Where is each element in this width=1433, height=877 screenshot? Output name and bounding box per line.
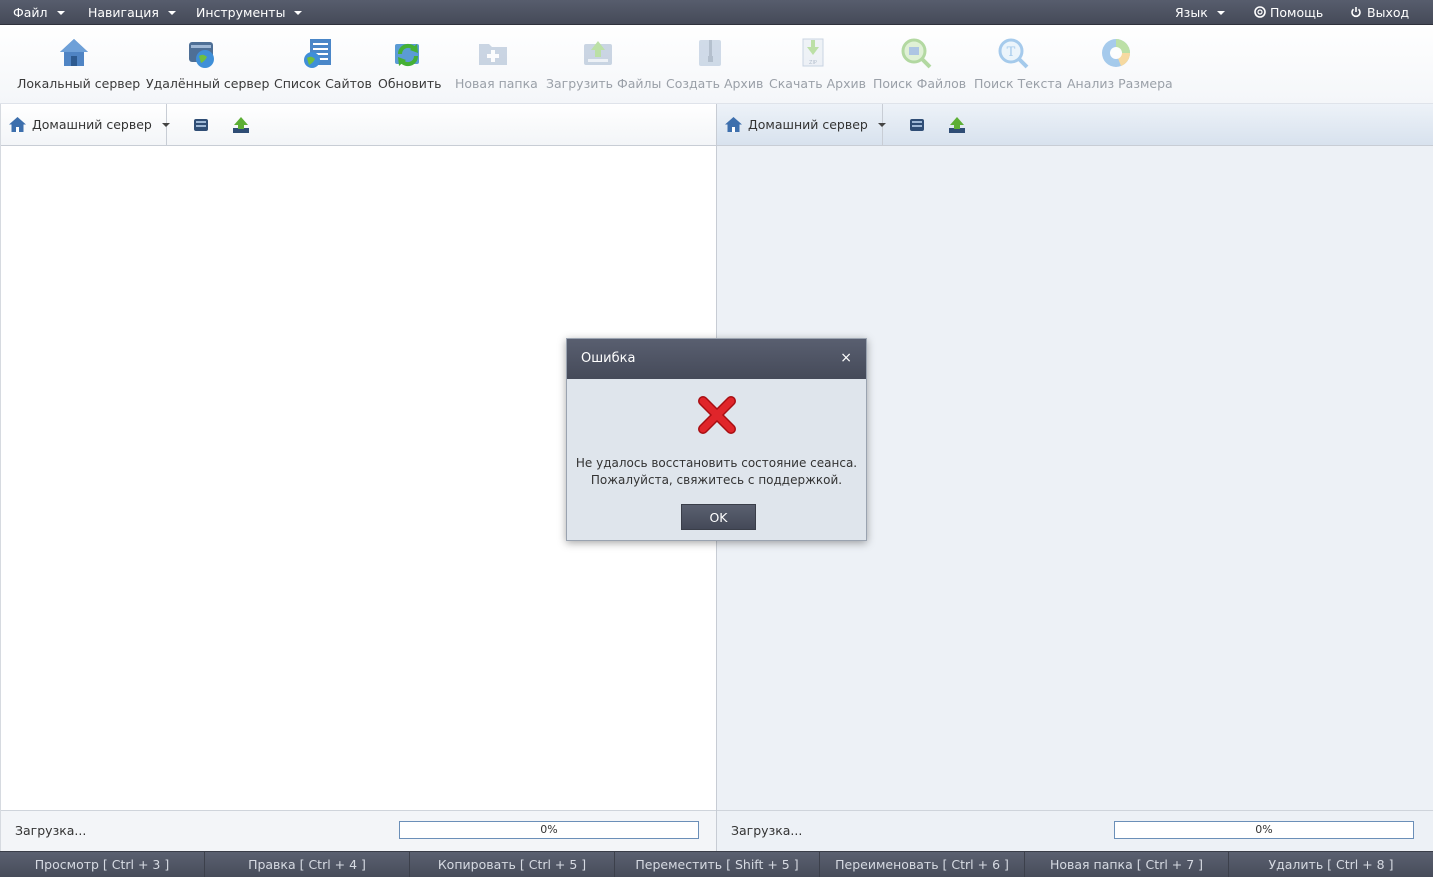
menu-language[interactable]: Язык — [1175, 0, 1225, 25]
text-search-icon: T — [998, 38, 1028, 69]
create-archive-button[interactable]: Создать Архив — [666, 25, 764, 104]
chevron-down-icon — [161, 123, 170, 127]
menu-bar: Файл Навигация Инструменты Язык Помощь В… — [0, 0, 1433, 25]
file-search-button[interactable]: Поиск Файлов — [873, 25, 967, 104]
dialog-message-line2: Пожалуйста, свяжитесь с поддержкой. — [590, 473, 843, 487]
home-icon — [9, 117, 26, 132]
text-search-button[interactable]: T Поиск Текста — [974, 25, 1063, 104]
drive-icon[interactable] — [192, 116, 210, 134]
refresh-icon — [395, 43, 419, 67]
upload-files-label: Загрузить Файлы — [546, 76, 662, 91]
upload-icon[interactable] — [948, 116, 966, 134]
site-list-icon — [304, 39, 331, 68]
menu-language-label: Язык — [1175, 5, 1208, 20]
dialog-message: Не удалось восстановить состояние сеанса… — [567, 455, 866, 489]
error-dialog: Ошибка × Не удалось восстановить состоян… — [566, 338, 867, 541]
download-archive-button[interactable]: ZIP Скачать Архив — [769, 25, 866, 104]
new-folder-label: Новая папка — [455, 76, 538, 91]
local-server-label: Локальный сервер — [17, 76, 141, 91]
toolbar: Локальный сервер Удалённый сервер Список… — [0, 25, 1433, 104]
shortcut-bar: Просмотр [ Ctrl + 3 ] Правка [ Ctrl + 4 … — [0, 851, 1433, 877]
menu-file-label: Файл — [13, 5, 48, 20]
menu-navigation[interactable]: Навигация — [88, 0, 176, 25]
left-status-text: Загрузка... — [15, 823, 87, 838]
ok-button[interactable]: OK — [681, 504, 756, 530]
help-icon — [1254, 6, 1266, 18]
remote-server-button[interactable]: Удалённый сервер — [146, 25, 270, 104]
menu-exit-label: Выход — [1367, 5, 1410, 20]
error-x-icon — [698, 396, 736, 434]
copy-button[interactable]: Копировать [ Ctrl + 5 ] — [410, 852, 615, 877]
chevron-down-icon — [56, 11, 65, 15]
left-status-bar: Загрузка... 0% — [1, 810, 716, 851]
upload-files-button[interactable]: Загрузить Файлы — [546, 25, 662, 104]
text-search-label: Поиск Текста — [974, 76, 1063, 91]
refresh-button[interactable]: Обновить — [378, 25, 442, 104]
right-panel-toolbar: Домашний сервер — [717, 104, 1433, 146]
right-location-select[interactable]: Домашний сервер — [717, 104, 886, 146]
left-location-select[interactable]: Домашний сервер — [1, 104, 170, 146]
local-server-button[interactable]: Локальный сервер — [17, 25, 141, 104]
dialog-message-line1: Не удалось восстановить состояние сеанса… — [575, 456, 858, 470]
edit-button[interactable]: Правка [ Ctrl + 4 ] — [205, 852, 410, 877]
chevron-down-icon — [877, 123, 886, 127]
file-search-icon — [901, 38, 931, 69]
right-status-text: Загрузка... — [731, 823, 803, 838]
menu-tools-label: Инструменты — [196, 5, 286, 20]
chevron-down-icon — [294, 11, 303, 15]
size-analysis-icon — [1101, 39, 1130, 67]
download-archive-icon: ZIP — [802, 38, 824, 67]
create-archive-label: Создать Архив — [666, 76, 764, 91]
site-list-label: Список Сайтов — [274, 76, 372, 91]
local-server-icon — [59, 39, 88, 66]
site-list-button[interactable]: Список Сайтов — [274, 25, 372, 104]
menu-help-label: Помощь — [1270, 5, 1324, 20]
download-archive-label: Скачать Архив — [769, 76, 866, 91]
svg-text:ZIP: ZIP — [809, 60, 817, 66]
size-analysis-label: Анализ Размера — [1067, 76, 1173, 91]
dialog-title: Ошибка — [581, 351, 636, 366]
menu-tools[interactable]: Инструменты — [196, 0, 303, 25]
new-folder-shortcut-button[interactable]: Новая папка [ Ctrl + 7 ] — [1025, 852, 1229, 877]
new-folder-button[interactable]: Новая папка — [455, 25, 538, 104]
right-progress-text: 0% — [1255, 823, 1273, 836]
delete-button[interactable]: Удалить [ Ctrl + 8 ] — [1229, 852, 1433, 877]
file-search-label: Поиск Файлов — [873, 76, 967, 91]
menu-help[interactable]: Помощь — [1254, 0, 1323, 25]
chevron-down-icon — [1216, 11, 1225, 15]
view-button[interactable]: Просмотр [ Ctrl + 3 ] — [0, 852, 205, 877]
left-location-label: Домашний сервер — [32, 117, 152, 132]
svg-text:T: T — [1006, 45, 1015, 60]
remote-server-icon — [189, 42, 214, 68]
move-button[interactable]: Переместить [ Shift + 5 ] — [615, 852, 820, 877]
menu-file[interactable]: Файл — [13, 0, 65, 25]
new-folder-icon — [478, 44, 507, 65]
right-status-bar: Загрузка... 0% — [717, 810, 1433, 851]
right-location-label: Домашний сервер — [748, 117, 868, 132]
home-icon — [725, 117, 742, 132]
dialog-header: Ошибка × — [567, 339, 866, 379]
left-progress-text: 0% — [540, 823, 558, 836]
menu-exit[interactable]: Выход — [1350, 0, 1409, 25]
upload-icon[interactable] — [232, 116, 250, 134]
left-panel-toolbar: Домашний сервер — [1, 104, 716, 146]
rename-button[interactable]: Переименовать [ Ctrl + 6 ] — [820, 852, 1025, 877]
upload-icon — [583, 41, 612, 65]
refresh-label: Обновить — [378, 76, 442, 91]
left-progress-bar: 0% — [399, 821, 699, 839]
right-progress-bar: 0% — [1114, 821, 1414, 839]
menu-navigation-label: Навигация — [88, 5, 159, 20]
drive-icon[interactable] — [908, 116, 926, 134]
close-icon[interactable]: × — [840, 339, 852, 377]
power-icon — [1351, 7, 1361, 18]
remote-server-label: Удалённый сервер — [146, 76, 270, 91]
chevron-down-icon — [167, 11, 176, 15]
archive-icon — [698, 40, 721, 66]
size-analysis-button[interactable]: Анализ Размера — [1067, 25, 1173, 104]
